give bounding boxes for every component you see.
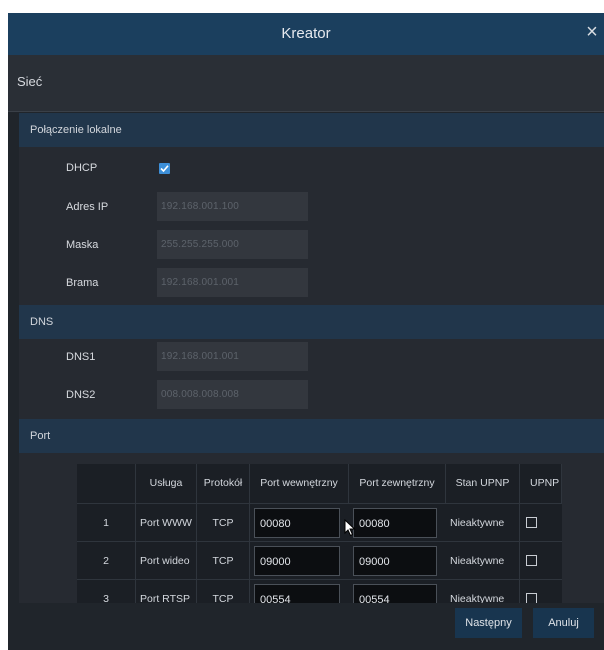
title-bar: Kreator × [8, 13, 604, 55]
dns1-field[interactable]: 192.168.001.001 [157, 342, 308, 371]
column-header-external-port: Port zewnętrzny [349, 464, 446, 503]
column-header-upnp: UPNP [520, 464, 562, 503]
wizard-window: Kreator × Sieć Połączenie lokalne DHCP A… [8, 13, 604, 650]
next-button[interactable]: Następny [455, 608, 522, 638]
upnp-status-cell: Nieaktywne [446, 504, 520, 542]
column-header-protocol: Protokół [197, 464, 250, 503]
network-settings-panel: Połączenie lokalne DHCP Adres IP 192.168… [19, 113, 604, 603]
ip-address-field[interactable]: 192.168.001.100 [157, 192, 308, 221]
internal-port-input[interactable]: 00554 [254, 584, 340, 603]
protocol-cell: TCP [197, 580, 250, 603]
section-title: Port [30, 430, 51, 442]
row-number: 3 [77, 580, 136, 603]
external-port-input[interactable]: 00554 [353, 584, 437, 603]
service-cell: Port RTSP [136, 580, 197, 603]
gateway-label: Brama [66, 277, 99, 289]
internal-port-input[interactable]: 09000 [254, 546, 340, 576]
table-row: 1 Port WWW TCP 00080 00080 Nieaktywne [77, 503, 562, 542]
row-number: 2 [77, 542, 136, 580]
dns1-label: DNS1 [66, 351, 96, 363]
section-port: Port [19, 419, 604, 453]
upnp-status-cell: Nieaktywne [446, 542, 520, 580]
external-port-input[interactable]: 09000 [353, 546, 437, 576]
dns2-field[interactable]: 008.008.008.008 [157, 380, 308, 409]
footer-bar: Następny Anuluj [8, 603, 604, 650]
checkmark-icon [160, 165, 169, 173]
section-local-connection: Połączenie lokalne [19, 113, 604, 147]
window-title: Kreator [281, 25, 331, 42]
external-port-input[interactable]: 00080 [353, 508, 437, 538]
row-number: 1 [77, 504, 136, 542]
page-title: Sieć [17, 74, 43, 89]
upnp-checkbox[interactable] [526, 555, 537, 566]
service-cell: Port WWW [136, 504, 197, 542]
column-header-index [77, 464, 136, 503]
dns2-label: DNS2 [66, 389, 96, 401]
dhcp-label: DHCP [66, 162, 98, 174]
upnp-checkbox[interactable] [526, 517, 537, 528]
section-title: DNS [30, 316, 54, 328]
upnp-checkbox[interactable] [526, 593, 537, 603]
column-header-upnp-status: Stan UPNP [446, 464, 520, 503]
table-row: 2 Port wideo TCP 09000 09000 Nieaktywne [77, 541, 562, 580]
table-row: 3 Port RTSP TCP 00554 00554 Nieaktywne [77, 579, 562, 603]
protocol-cell: TCP [197, 542, 250, 580]
service-cell: Port wideo [136, 542, 197, 580]
upnp-status-cell: Nieaktywne [446, 580, 520, 603]
gateway-field[interactable]: 192.168.001.001 [157, 268, 308, 297]
column-header-service: Usługa [136, 464, 197, 503]
dhcp-checkbox[interactable] [159, 163, 170, 174]
section-dns: DNS [19, 305, 604, 339]
subnet-mask-field[interactable]: 255.255.255.000 [157, 230, 308, 259]
ip-address-label: Adres IP [66, 201, 109, 213]
internal-port-input[interactable]: 00080 [254, 508, 340, 538]
port-table: Usługa Protokół Port wewnętrzny Port zew… [77, 464, 562, 603]
column-header-internal-port: Port wewnętrzny [250, 464, 349, 503]
page-header: Sieć [8, 55, 604, 112]
close-icon[interactable]: × [582, 21, 602, 43]
section-title: Połączenie lokalne [30, 124, 122, 136]
subnet-mask-label: Maska [66, 239, 99, 251]
protocol-cell: TCP [197, 504, 250, 542]
cancel-button[interactable]: Anuluj [533, 608, 594, 638]
mouse-cursor-icon [344, 518, 356, 540]
